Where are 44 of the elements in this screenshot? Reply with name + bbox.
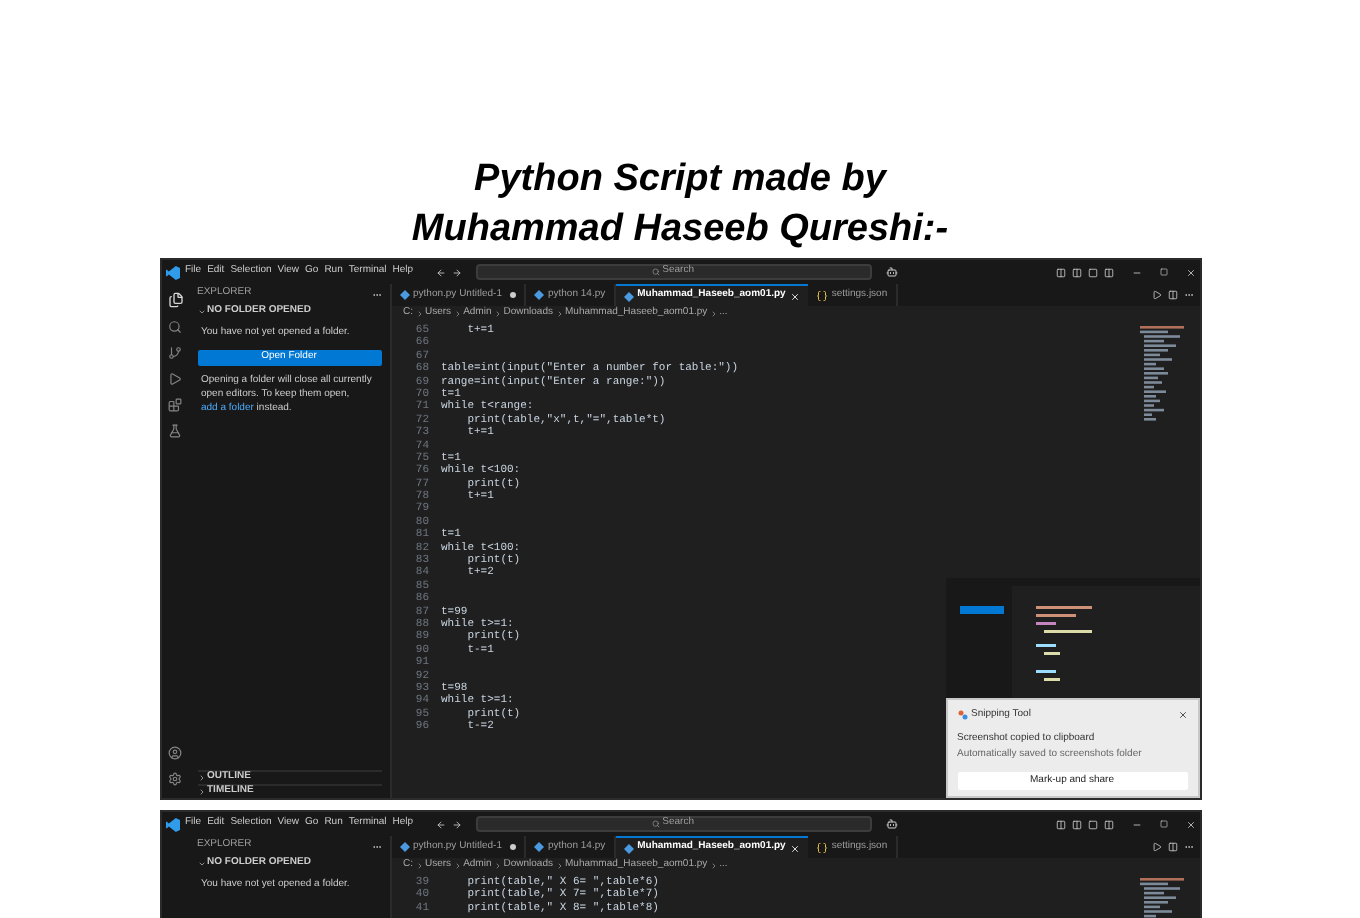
settings-icon[interactable] — [168, 772, 182, 786]
back-icon[interactable] — [435, 267, 446, 277]
layout-icon[interactable] — [1055, 819, 1065, 829]
files-icon[interactable] — [167, 292, 183, 308]
forward-icon[interactable] — [451, 819, 462, 829]
play-icon[interactable] — [168, 372, 182, 386]
search-icon — [652, 820, 661, 828]
run-icon[interactable] — [1151, 842, 1161, 852]
python-file-icon — [533, 842, 544, 852]
back-icon[interactable] — [435, 819, 446, 829]
layout-icon[interactable] — [1055, 267, 1065, 277]
robot-icon[interactable] — [885, 266, 898, 278]
layout-icon[interactable] — [1087, 267, 1097, 277]
branch-icon[interactable] — [168, 346, 182, 360]
braces-icon — [815, 841, 828, 853]
layout-icon[interactable] — [1103, 819, 1113, 829]
search-icon[interactable] — [168, 320, 182, 334]
layout-icon[interactable] — [1071, 267, 1081, 277]
layout-icon[interactable] — [1071, 819, 1081, 829]
split-editor-icon[interactable] — [1167, 842, 1177, 852]
python-file-icon — [533, 290, 544, 300]
run-icon[interactable] — [1151, 290, 1161, 300]
page-title: Python Script made by — [474, 156, 886, 204]
minimize-icon[interactable] — [1131, 819, 1141, 829]
python-file-icon — [623, 843, 634, 853]
layout-icon[interactable] — [1103, 267, 1113, 277]
minimize-icon[interactable] — [1131, 267, 1141, 277]
braces-icon — [815, 289, 828, 301]
forward-icon[interactable] — [451, 267, 462, 277]
flask-icon[interactable] — [168, 424, 182, 438]
python-file-icon — [399, 842, 409, 852]
python-file-icon — [623, 291, 634, 301]
split-editor-icon[interactable] — [1167, 290, 1177, 300]
page-title: Muhammad Haseeb Qureshi:- — [411, 206, 949, 254]
search-icon — [652, 268, 661, 276]
layout-icon[interactable] — [1087, 819, 1097, 829]
maximize-icon[interactable] — [1159, 268, 1167, 276]
robot-icon[interactable] — [885, 818, 898, 830]
python-file-icon — [399, 290, 409, 300]
app-logo-icon — [165, 817, 179, 831]
app-logo-icon — [165, 265, 179, 279]
extensions-icon[interactable] — [168, 398, 182, 412]
account-icon[interactable] — [168, 746, 182, 760]
maximize-icon[interactable] — [1159, 820, 1167, 828]
